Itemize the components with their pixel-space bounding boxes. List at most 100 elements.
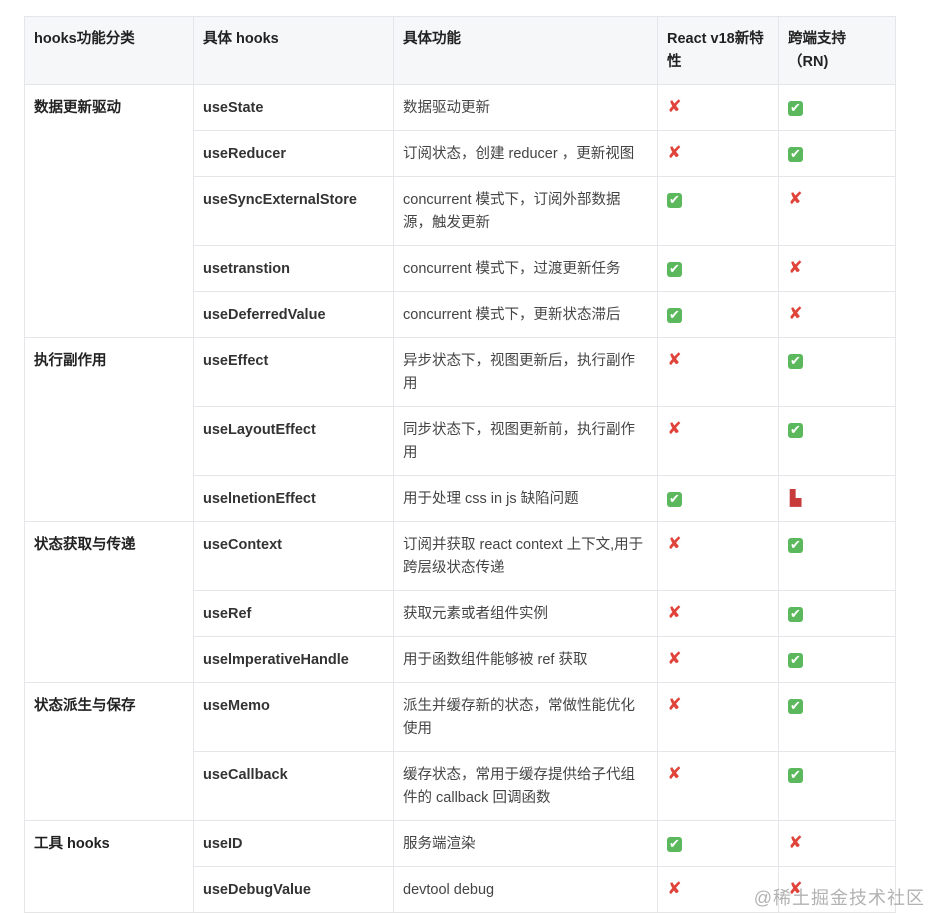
cross-icon: ✘ <box>667 350 682 370</box>
check-icon: ✔ <box>667 262 682 277</box>
check-icon: ✔ <box>788 354 803 369</box>
table-row: 数据更新驱动 useState 数据驱动更新 ✘ ✔ <box>24 84 896 338</box>
category-cell: 执行副作用 <box>24 337 194 522</box>
rn-support-cell: ▙ <box>778 475 896 522</box>
header-category: hooks功能分类 <box>24 16 194 85</box>
category-cell: 状态派生与保存 <box>24 682 194 821</box>
rn-support-cell: ✔ <box>778 406 896 476</box>
cross-icon: ✘ <box>788 304 803 324</box>
v18-support-cell: ✘ <box>657 682 779 752</box>
hook-name-cell: useReducer <box>193 130 394 177</box>
rn-support-cell: ✘ <box>778 291 896 338</box>
v18-support-cell: ✔ <box>657 291 779 338</box>
check-icon: ✔ <box>788 607 803 622</box>
v18-support-cell: ✘ <box>657 84 779 131</box>
hook-name-cell: useLayoutEffect <box>193 406 394 476</box>
watermark: @稀土掘金技术社区 <box>753 888 925 908</box>
check-icon: ✔ <box>788 538 803 553</box>
hook-name-cell: useSyncExternalStore <box>193 176 394 246</box>
rn-support-cell: ✔ <box>778 751 896 821</box>
v18-support-cell: ✘ <box>657 337 779 407</box>
cross-icon: ✘ <box>667 695 682 715</box>
check-icon: ✔ <box>667 308 682 323</box>
cross-icon: ✘ <box>788 189 803 209</box>
hook-name-cell: usetranstion <box>193 245 394 292</box>
hook-function-cell: 异步状态下，视图更新后，执行副作用 <box>393 337 658 407</box>
rn-support-cell: ✘ <box>778 245 896 292</box>
hook-function-cell: 获取元素或者组件实例 <box>393 590 658 637</box>
cross-icon: ✘ <box>667 764 682 784</box>
category-cell: 状态获取与传递 <box>24 521 194 683</box>
check-icon: ✔ <box>788 423 803 438</box>
rn-support-cell: ✘ <box>778 176 896 246</box>
rn-support-cell: ✔ <box>778 636 896 683</box>
hook-function-cell: 派生并缓存新的状态，常做性能优化使用 <box>393 682 658 752</box>
hook-name-cell: uselmperativeHandle <box>193 636 394 683</box>
hook-function-cell: 订阅状态，创建 reducer ，更新视图 <box>393 130 658 177</box>
cross-icon: ✘ <box>788 833 803 853</box>
v18-support-cell: ✘ <box>657 130 779 177</box>
v18-support-cell: ✘ <box>657 590 779 637</box>
hook-name-cell: useDeferredValue <box>193 291 394 338</box>
v18-support-cell: ✔ <box>657 176 779 246</box>
partial-icon: ▙ <box>789 489 802 507</box>
check-icon: ✔ <box>667 492 682 507</box>
v18-support-cell: ✔ <box>657 475 779 522</box>
check-icon: ✔ <box>788 101 803 116</box>
table-header: hooks功能分类 具体 hooks 具体功能 React v18新特性 跨端支… <box>24 16 896 85</box>
check-icon: ✔ <box>667 837 682 852</box>
hooks-table: hooks功能分类 具体 hooks 具体功能 React v18新特性 跨端支… <box>24 16 896 913</box>
v18-support-cell: ✘ <box>657 751 779 821</box>
hook-function-cell: 用于处理 css in js 缺陷问题 <box>393 475 658 522</box>
table-row: 状态派生与保存 useMemo 派生并缓存新的状态，常做性能优化使用 ✘ ✔ <box>24 682 896 821</box>
hook-function-cell: 同步状态下，视图更新前，执行副作用 <box>393 406 658 476</box>
rn-support-cell: ✔ <box>778 682 896 752</box>
hook-name-cell: useID <box>193 820 394 867</box>
header-function: 具体功能 <box>393 16 658 85</box>
rn-support-cell: ✘ <box>778 820 896 867</box>
v18-support-cell: ✘ <box>657 406 779 476</box>
category-cell: 数据更新驱动 <box>24 84 194 338</box>
rn-support-cell: ✔ <box>778 337 896 407</box>
hook-name-cell: useRef <box>193 590 394 637</box>
rn-support-cell: ✔ <box>778 130 896 177</box>
hook-name-cell: useEffect <box>193 337 394 407</box>
rn-support-cell: ✔ <box>778 590 896 637</box>
table-body: 数据更新驱动 useState 数据驱动更新 ✘ ✔ useReducer 订阅状态，创建 … <box>24 84 896 913</box>
rn-support-cell: ✔ <box>778 521 896 591</box>
header-hook: 具体 hooks <box>193 16 394 85</box>
hook-name-cell: useContext <box>193 521 394 591</box>
hook-function-cell: 缓存状态，常用于缓存提供给子代组件的 callback 回调函数 <box>393 751 658 821</box>
check-icon: ✔ <box>667 193 682 208</box>
cross-icon: ✘ <box>667 534 682 554</box>
hook-function-cell: concurrent 模式下，过渡更新任务 <box>393 245 658 292</box>
check-icon: ✔ <box>788 147 803 162</box>
hook-function-cell: devtool debug <box>393 866 658 913</box>
hook-name-cell: useCallback <box>193 751 394 821</box>
check-icon: ✔ <box>788 768 803 783</box>
header-row: hooks功能分类 具体 hooks 具体功能 React v18新特性 跨端支… <box>24 16 896 85</box>
v18-support-cell: ✔ <box>657 245 779 292</box>
table-row: 执行副作用 useEffect 异步状态下，视图更新后，执行副作用 ✘ ✔ <box>24 337 896 522</box>
v18-support-cell: ✘ <box>657 636 779 683</box>
cross-icon: ✘ <box>667 419 682 439</box>
hook-name-cell: useState <box>193 84 394 131</box>
hook-name-cell: uselnetionEffect <box>193 475 394 522</box>
cross-icon: ✘ <box>667 649 682 669</box>
v18-support-cell: ✘ <box>657 521 779 591</box>
hook-function-cell: 用于函数组件能够被 ref 获取 <box>393 636 658 683</box>
check-icon: ✔ <box>788 699 803 714</box>
cross-icon: ✘ <box>667 879 682 899</box>
v18-support-cell: ✔ <box>657 820 779 867</box>
category-cell: 工具 hooks <box>24 820 194 913</box>
hook-function-cell: concurrent 模式下，更新状态滞后 <box>393 291 658 338</box>
cross-icon: ✘ <box>667 97 682 117</box>
header-v18: React v18新特性 <box>657 16 779 85</box>
rn-support-cell: ✔ <box>778 84 896 131</box>
hook-function-cell: 数据驱动更新 <box>393 84 658 131</box>
hook-name-cell: useMemo <box>193 682 394 752</box>
cross-icon: ✘ <box>667 603 682 623</box>
hook-function-cell: 服务端渲染 <box>393 820 658 867</box>
header-rn: 跨端支持（RN) <box>778 16 896 85</box>
hook-name-cell: useDebugValue <box>193 866 394 913</box>
